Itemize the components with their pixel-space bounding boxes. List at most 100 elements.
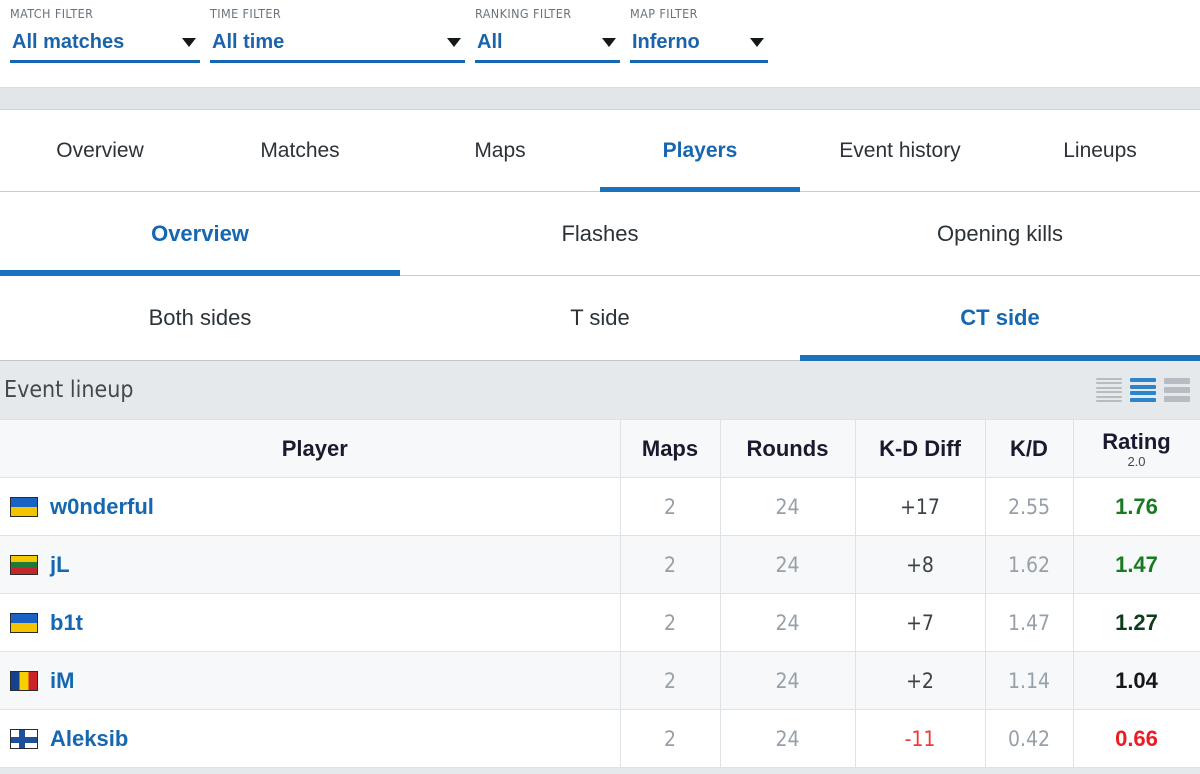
flag-icon-romania [10, 671, 38, 691]
sidetab-ct-side[interactable]: CT side [800, 276, 1200, 360]
sidetab-t-side[interactable]: T side [400, 276, 800, 360]
subtab-overview[interactable]: Overview [0, 192, 400, 275]
map-filter-select[interactable]: Inferno [630, 29, 768, 63]
tab-event-history[interactable]: Event history [800, 110, 1000, 191]
cell-kd-diff: +7 [855, 594, 985, 652]
table-row[interactable]: w0nderful 2 24 +17 2.55 1.76 [0, 478, 1200, 536]
subtab-flashes[interactable]: Flashes [400, 192, 800, 275]
section-divider [0, 88, 1200, 110]
cell-rounds: 24 [720, 478, 855, 536]
col-header-kd[interactable]: K/D [985, 420, 1073, 478]
sidetab-both-sides-label: Both sides [149, 305, 252, 331]
cell-maps: 2 [620, 652, 720, 710]
cell-rounds: 24 [720, 710, 855, 768]
col-header-rating-version: 2.0 [1074, 455, 1200, 469]
tab-lineups-label: Lineups [1063, 139, 1137, 163]
cell-player: b1t [0, 594, 620, 652]
sidetab-both-sides[interactable]: Both sides [0, 276, 400, 360]
side-tabs: Both sides T side CT side [0, 276, 1200, 361]
sidetab-ct-side-label: CT side [960, 305, 1039, 331]
map-filter-label: MAP FILTER [630, 6, 768, 29]
cell-player: Aleksib [0, 710, 620, 768]
section-title: Event lineup [4, 377, 133, 403]
ranking-filter-select[interactable]: All [475, 29, 620, 63]
cell-kd: 1.62 [985, 536, 1073, 594]
cell-player: iM [0, 652, 620, 710]
chevron-down-icon [447, 38, 461, 47]
event-lineup-table: Player Maps Rounds K-D Diff K/D Rating 2… [0, 419, 1200, 768]
view-cards-icon[interactable] [1164, 377, 1190, 403]
cell-rounds: 24 [720, 536, 855, 594]
chevron-down-icon [602, 38, 616, 47]
tab-maps[interactable]: Maps [400, 110, 600, 191]
time-filter[interactable]: TIME FILTER All time [200, 6, 465, 63]
player-name-link[interactable]: w0nderful [50, 494, 154, 520]
cell-rating: 1.76 [1073, 478, 1200, 536]
flag-icon-ukraine [10, 613, 38, 633]
cell-maps: 2 [620, 536, 720, 594]
cell-rounds: 24 [720, 652, 855, 710]
event-lineup-table-wrap: Player Maps Rounds K-D Diff K/D Rating 2… [0, 419, 1200, 768]
cell-kd-diff: +8 [855, 536, 985, 594]
table-header-row: Player Maps Rounds K-D Diff K/D Rating 2… [0, 420, 1200, 478]
tab-maps-label: Maps [474, 139, 525, 163]
subtab-flashes-label: Flashes [561, 221, 638, 247]
tab-matches-label: Matches [260, 139, 339, 163]
col-header-maps[interactable]: Maps [620, 420, 720, 478]
player-name-link[interactable]: Aleksib [50, 726, 128, 752]
player-name-link[interactable]: jL [50, 552, 70, 578]
cell-kd: 0.42 [985, 710, 1073, 768]
tab-matches[interactable]: Matches [200, 110, 400, 191]
tab-players-label: Players [663, 139, 738, 163]
col-header-rounds[interactable]: Rounds [720, 420, 855, 478]
ranking-filter-label: RANKING FILTER [475, 6, 620, 29]
view-compact-icon[interactable] [1096, 377, 1122, 403]
cell-kd-diff: +2 [855, 652, 985, 710]
cell-maps: 2 [620, 478, 720, 536]
tab-players[interactable]: Players [600, 110, 800, 191]
flag-icon-ukraine [10, 497, 38, 517]
view-comfortable-icon[interactable] [1130, 377, 1156, 403]
col-header-rating-label: Rating [1102, 429, 1170, 454]
time-filter-select[interactable]: All time [210, 29, 465, 63]
match-filter-value: All matches [12, 31, 124, 54]
time-filter-label: TIME FILTER [210, 6, 465, 29]
cell-rounds: 24 [720, 594, 855, 652]
cell-kd-diff: -11 [855, 710, 985, 768]
player-name-link[interactable]: iM [50, 668, 74, 694]
match-filter-select[interactable]: All matches [10, 29, 200, 63]
map-filter[interactable]: MAP FILTER Inferno [620, 6, 768, 63]
tab-overview[interactable]: Overview [0, 110, 200, 191]
tab-event-history-label: Event history [839, 139, 960, 163]
cell-maps: 2 [620, 710, 720, 768]
cell-kd-diff: +17 [855, 478, 985, 536]
cell-rating: 1.27 [1073, 594, 1200, 652]
cell-kd: 1.14 [985, 652, 1073, 710]
table-row[interactable]: iM 2 24 +2 1.14 1.04 [0, 652, 1200, 710]
flag-icon-finland [10, 729, 38, 749]
table-row[interactable]: b1t 2 24 +7 1.47 1.27 [0, 594, 1200, 652]
cell-maps: 2 [620, 594, 720, 652]
chevron-down-icon [182, 38, 196, 47]
col-header-player[interactable]: Player [0, 420, 620, 478]
cell-player: jL [0, 536, 620, 594]
player-name-link[interactable]: b1t [50, 610, 83, 636]
view-mode-toggles [1096, 377, 1190, 403]
subtab-opening-kills-label: Opening kills [937, 221, 1063, 247]
col-header-kd-diff[interactable]: K-D Diff [855, 420, 985, 478]
tab-overview-label: Overview [56, 139, 144, 163]
col-header-rating[interactable]: Rating 2.0 [1073, 420, 1200, 478]
table-row[interactable]: jL 2 24 +8 1.62 1.47 [0, 536, 1200, 594]
cell-kd: 2.55 [985, 478, 1073, 536]
table-body: w0nderful 2 24 +17 2.55 1.76 jL 2 24 [0, 478, 1200, 768]
cell-rating: 1.47 [1073, 536, 1200, 594]
table-row[interactable]: Aleksib 2 24 -11 0.42 0.66 [0, 710, 1200, 768]
tab-lineups[interactable]: Lineups [1000, 110, 1200, 191]
filter-bar: MATCH FILTER All matches TIME FILTER All… [0, 0, 1200, 88]
sidetab-t-side-label: T side [570, 305, 630, 331]
match-filter-label: MATCH FILTER [10, 6, 200, 29]
subtab-opening-kills[interactable]: Opening kills [800, 192, 1200, 275]
time-filter-value: All time [212, 31, 284, 54]
match-filter[interactable]: MATCH FILTER All matches [0, 6, 200, 63]
ranking-filter[interactable]: RANKING FILTER All [465, 6, 620, 63]
